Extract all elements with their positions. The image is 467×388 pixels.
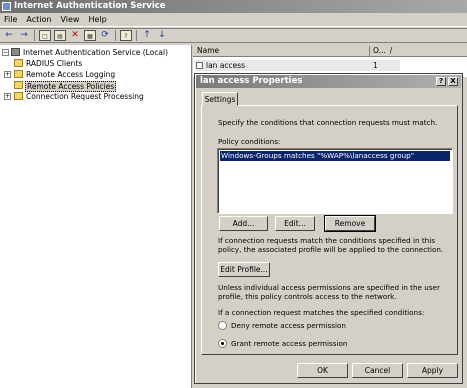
match-description: If connection requests match the conditi… (218, 236, 444, 254)
menu-view[interactable]: View (60, 15, 79, 24)
folder-icon (14, 92, 23, 100)
window-titlebar: Internet Authentication Service (0, 0, 467, 13)
expand-icon[interactable]: + (4, 71, 11, 78)
tree-item-radius-clients[interactable]: RADIUS Clients (0, 58, 191, 69)
toolbar-separator (115, 30, 116, 41)
properties-icon[interactable]: ▦ (84, 30, 96, 41)
menu-action[interactable]: Action (26, 15, 51, 24)
settings-panel: Specify the conditions that connection r… (201, 105, 458, 355)
remove-button[interactable]: Remove (324, 215, 376, 232)
tree-item-root[interactable]: − Internet Authentication Service (Local… (0, 47, 191, 58)
toolbar: ← → □ ▤ ✕ ▦ ⟳ ? ↑ ↓ (0, 28, 467, 43)
policy-conditions-label: Policy conditions: (218, 137, 281, 146)
grant-permission-radio[interactable] (218, 339, 227, 348)
move-up-icon[interactable]: ↑ (141, 30, 153, 41)
tree-item-label: Internet Authentication Service (Local) (23, 48, 168, 57)
tree-item-label: Connection Request Processing (26, 92, 144, 101)
toolbar-separator (34, 30, 35, 41)
sort-indicator: / (389, 46, 393, 55)
column-header-name[interactable]: Name (197, 46, 219, 55)
tree-item-remote-access-policies[interactable]: Remote Access Policies (0, 80, 191, 92)
delete-icon[interactable]: ✕ (69, 30, 81, 41)
menu-file[interactable]: File (4, 15, 17, 24)
menu-help[interactable]: Help (88, 15, 106, 24)
forward-icon[interactable]: → (18, 30, 30, 41)
add-button[interactable]: Add... (219, 216, 268, 231)
menu-bar: File Action View Help (0, 13, 467, 27)
console-tree: − Internet Authentication Service (Local… (0, 45, 192, 388)
if-match-label: If a connection request matches the spec… (218, 308, 425, 317)
permission-description: Unless individual access permissions are… (218, 283, 440, 301)
apply-button[interactable]: Apply (407, 363, 458, 378)
help-button[interactable]: ? (436, 77, 446, 86)
tab-settings[interactable]: Settings (202, 92, 238, 106)
list-item-order: 1 (373, 61, 378, 70)
window-title: Internet Authentication Service (14, 1, 166, 11)
list-header: Name O... / (193, 45, 467, 57)
column-header-order-label: O... (373, 46, 386, 55)
show-hide-tree-icon[interactable]: ▤ (54, 30, 66, 41)
help-icon[interactable]: ? (120, 30, 132, 41)
ok-button[interactable]: OK (297, 363, 348, 378)
deny-permission-radio[interactable] (218, 321, 227, 330)
refresh-icon[interactable]: ⟳ (99, 30, 111, 41)
deny-permission-label[interactable]: Deny remote access permission (231, 321, 346, 330)
close-button[interactable]: X (448, 77, 458, 86)
folder-icon (14, 70, 23, 78)
list-item-name: lan access (206, 61, 246, 70)
folder-icon (14, 81, 23, 89)
tree-item-remote-access-logging[interactable]: + Remote Access Logging (0, 69, 191, 80)
back-icon[interactable]: ← (3, 30, 15, 41)
move-down-icon[interactable]: ↓ (156, 30, 168, 41)
app-icon (2, 2, 11, 11)
intro-text: Specify the conditions that connection r… (218, 118, 438, 127)
properties-dialog: lan access Properties ? X Settings Speci… (194, 73, 463, 384)
tree-item-label: Remote Access Logging (26, 70, 116, 79)
tree-item-label: RADIUS Clients (26, 59, 83, 68)
expand-icon[interactable]: + (4, 93, 11, 100)
tree-item-connection-request-processing[interactable]: + Connection Request Processing (0, 91, 191, 102)
dialog-title: lan access Properties (200, 76, 303, 86)
dialog-titlebar: lan access Properties ? X (196, 75, 461, 88)
server-icon (11, 48, 20, 56)
up-folder-icon[interactable]: □ (39, 30, 51, 41)
list-item[interactable]: Windows-Groups matches "%WAP%\lanaccess … (220, 151, 450, 161)
policy-icon (196, 62, 203, 69)
edit-profile-button[interactable]: Edit Profile... (218, 262, 270, 277)
folder-icon (14, 59, 23, 67)
policy-conditions-list[interactable]: Windows-Groups matches "%WAP%\lanaccess … (217, 148, 453, 214)
edit-button[interactable]: Edit... (275, 216, 315, 231)
toolbar-separator (136, 30, 137, 41)
collapse-icon[interactable]: − (2, 49, 9, 56)
grant-permission-label[interactable]: Grant remote access permission (231, 339, 347, 348)
list-item[interactable]: lan access 1 (195, 60, 400, 71)
cancel-button[interactable]: Cancel (352, 363, 403, 378)
column-header-order[interactable]: O... / (369, 46, 392, 56)
